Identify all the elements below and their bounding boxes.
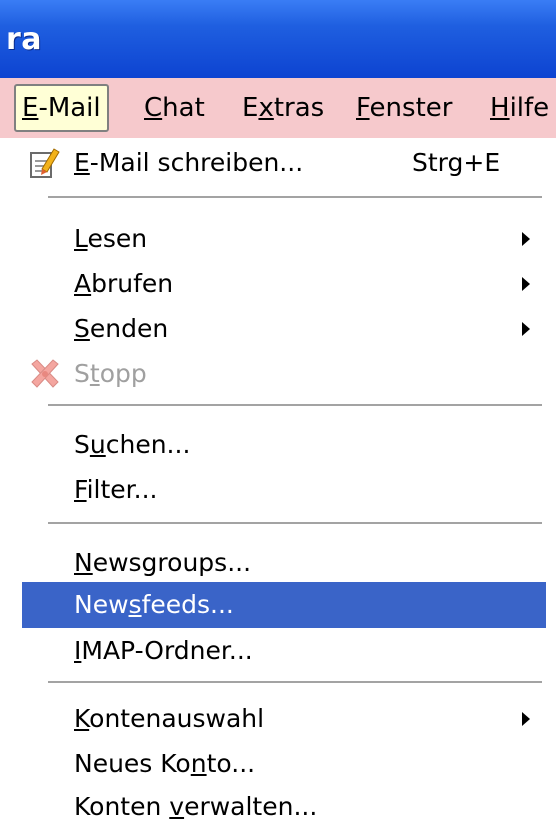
menu-item-email-schreiben[interactable]: E-Mail schreiben... Strg+E xyxy=(22,140,546,186)
compose-icon xyxy=(28,147,62,179)
menu-email-label: E-Mail xyxy=(22,93,101,123)
shortcut-label: Strg+E xyxy=(412,148,501,177)
menu-item-label: Abrufen xyxy=(74,269,174,298)
menu-extras-label: Extras xyxy=(242,93,325,123)
menu-item-imap-ordner[interactable]: IMAP-Ordner... xyxy=(22,628,546,674)
menu-item-abrufen[interactable]: Abrufen xyxy=(22,261,546,307)
separator xyxy=(48,681,542,683)
menu-item-lesen[interactable]: Lesen xyxy=(22,216,546,262)
menu-item-label: Suchen... xyxy=(74,430,191,459)
menu-item-newsgroups[interactable]: Newsgroups... xyxy=(22,540,546,586)
menu-item-label: IMAP-Ordner... xyxy=(74,636,253,665)
menu-item-filter[interactable]: Filter... xyxy=(22,467,546,513)
menu-item-label: Kontenauswahl xyxy=(74,704,265,733)
submenu-arrow-icon xyxy=(522,277,530,291)
menu-item-kontenauswahl[interactable]: Kontenauswahl xyxy=(22,696,546,742)
menu-hilfe[interactable]: Hilfe xyxy=(484,90,555,126)
menu-item-label: Lesen xyxy=(74,224,148,253)
menu-email[interactable]: E-Mail xyxy=(14,84,109,132)
submenu-arrow-icon xyxy=(522,322,530,336)
menu-item-label: Konten verwalten... xyxy=(74,792,318,821)
submenu-arrow-icon xyxy=(522,712,530,726)
menu-item-senden[interactable]: Senden xyxy=(22,306,546,352)
menu-item-konten-verwalten[interactable]: Konten verwalten... xyxy=(22,784,546,830)
menu-fenster-label: Fenster xyxy=(356,93,453,123)
menu-hilfe-label: Hilfe xyxy=(490,93,550,123)
menu-extras[interactable]: Extras xyxy=(236,90,330,126)
menu-fenster[interactable]: Fenster xyxy=(350,90,458,126)
menu-chat[interactable]: Chat xyxy=(138,90,211,126)
email-dropdown-menu: E-Mail schreiben... Strg+E Lesen Abrufen… xyxy=(22,138,556,824)
menu-bar: E-Mail Chat Extras Fenster Hilfe xyxy=(0,78,556,138)
title-bar[interactable]: ra xyxy=(0,0,556,86)
menu-item-label: Senden xyxy=(74,314,169,343)
separator xyxy=(48,196,542,198)
menu-item-label: Stopp xyxy=(74,359,147,388)
menu-item-suchen[interactable]: Suchen... xyxy=(22,422,546,468)
separator xyxy=(48,404,542,406)
submenu-arrow-icon xyxy=(522,232,530,246)
menu-item-stopp: Stopp xyxy=(22,351,546,397)
menu-item-label: Newsgroups... xyxy=(74,548,252,577)
window-title: ra xyxy=(6,22,43,57)
menu-item-label: E-Mail schreiben... xyxy=(74,148,304,177)
menu-item-label: Filter... xyxy=(74,475,158,504)
separator xyxy=(48,522,542,524)
menu-item-newsfeeds[interactable]: Newsfeeds... xyxy=(22,582,546,628)
stop-icon xyxy=(28,358,62,390)
menu-item-label: Newsfeeds... xyxy=(74,590,234,619)
menu-item-label: Neues Konto... xyxy=(74,749,256,778)
menu-item-neues-konto[interactable]: Neues Konto... xyxy=(22,741,546,787)
menu-chat-label: Chat xyxy=(144,93,205,123)
